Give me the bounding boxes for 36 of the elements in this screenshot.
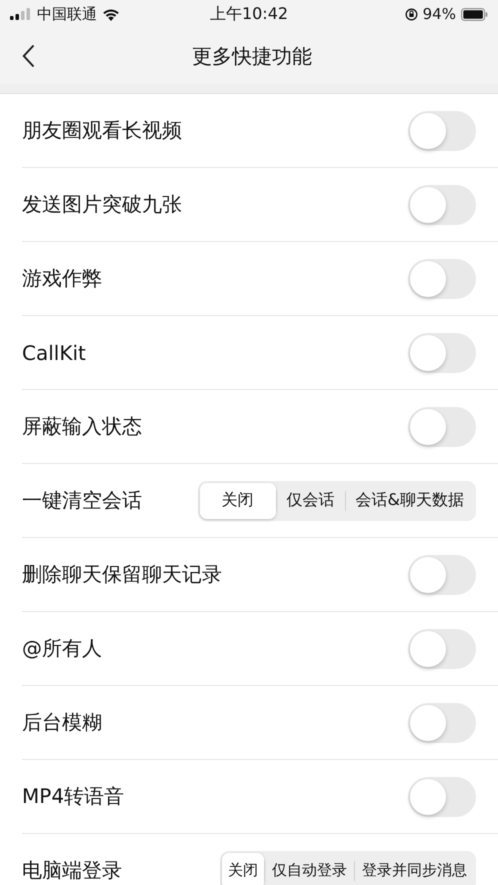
back-icon xyxy=(22,44,35,68)
segment-option[interactable]: 关闭 xyxy=(222,852,264,885)
status-time: 上午10:42 xyxy=(210,4,288,24)
orientation-lock-icon xyxy=(404,8,418,20)
toggle-switch[interactable] xyxy=(408,332,476,372)
setting-label: 游戏作弊 xyxy=(22,265,102,292)
setting-label: CallKit xyxy=(22,340,86,364)
setting-label: MP4转语音 xyxy=(22,783,124,810)
toggle-switch[interactable] xyxy=(408,776,476,816)
toggle-switch[interactable] xyxy=(408,406,476,446)
wifi-icon xyxy=(102,8,120,20)
toggle-switch[interactable] xyxy=(408,184,476,224)
toggle-switch[interactable] xyxy=(408,702,476,742)
setting-label: 后台模糊 xyxy=(22,709,102,736)
signal-icon xyxy=(10,8,32,20)
segment-option[interactable]: 登录并同步消息 xyxy=(355,852,474,885)
setting-label: 屏蔽输入状态 xyxy=(22,413,142,440)
battery-percent: 94% xyxy=(422,5,456,23)
setting-label: @所有人 xyxy=(22,635,102,662)
carrier-name: 中国联通 xyxy=(37,4,97,24)
setting-label: 一键清空会话 xyxy=(22,487,142,514)
setting-label: 朋友圈观看长视频 xyxy=(22,117,182,144)
toggle-switch[interactable] xyxy=(408,554,476,594)
battery-icon xyxy=(460,8,488,20)
toggle-switch[interactable] xyxy=(408,628,476,668)
setting-label: 发送图片突破九张 xyxy=(22,191,182,218)
setting-label: 电脑端登录 xyxy=(22,857,122,884)
toggle-switch[interactable] xyxy=(408,110,476,150)
segment-option[interactable]: 仅自动登录 xyxy=(265,852,354,885)
segment-option[interactable]: 关闭 xyxy=(200,482,276,518)
segment-option[interactable]: 仅会话 xyxy=(276,482,345,518)
segment-option[interactable]: 会话&聊天数据 xyxy=(346,482,474,518)
toggle-switch[interactable] xyxy=(408,258,476,298)
page-title: 更多快捷功能 xyxy=(192,42,312,70)
setting-label: 删除聊天保留聊天记录 xyxy=(22,561,222,588)
back-button[interactable] xyxy=(20,42,37,70)
